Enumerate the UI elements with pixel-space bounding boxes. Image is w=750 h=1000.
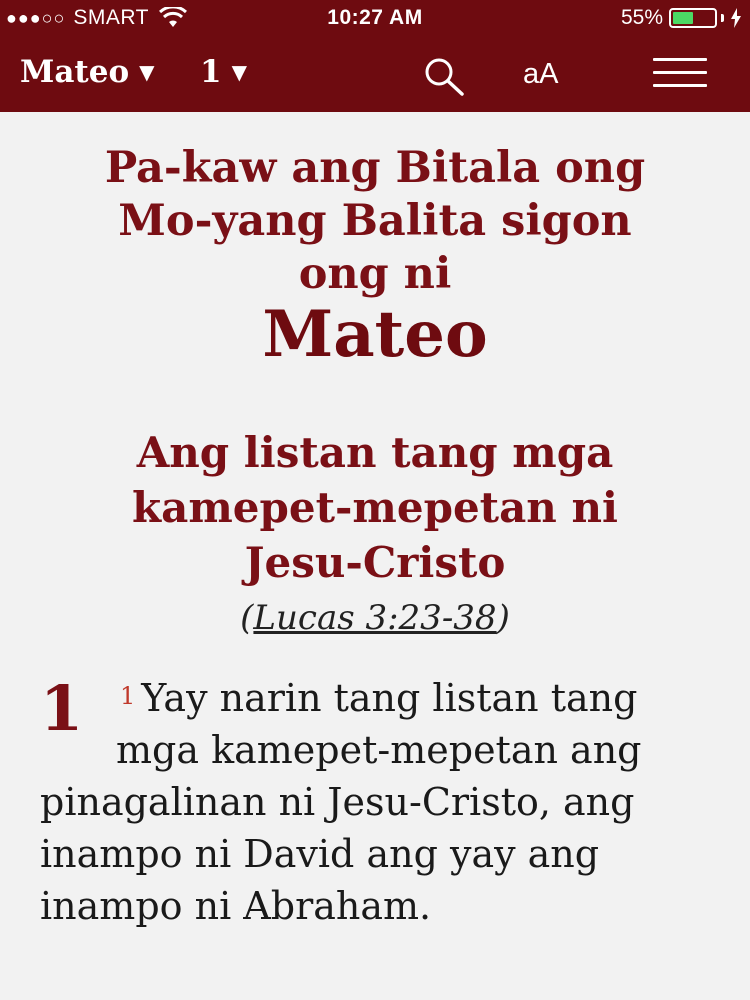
book-name-label: Mateo: [20, 54, 130, 90]
verse-number[interactable]: 1: [120, 682, 135, 710]
paren-open: (: [240, 598, 254, 638]
paren-close: ): [496, 598, 510, 638]
menu-line: [653, 84, 707, 87]
title-line: ong ni: [298, 249, 452, 299]
charging-icon: [731, 8, 741, 28]
reading-pane[interactable]: Pa-kaw ang Bitala ong Mo-yang Balita sig…: [0, 112, 750, 1000]
battery-percent: 55%: [620, 6, 663, 29]
verse-text[interactable]: Yay narin tang listan tang mga kamepet-m…: [40, 676, 642, 928]
search-icon[interactable]: [422, 56, 466, 96]
title-line: Pa-kaw ang Bitala ong: [104, 143, 646, 193]
font-size-button[interactable]: aA: [523, 58, 558, 91]
menu-line: [653, 58, 707, 61]
book-selector[interactable]: Mateo ▼: [20, 54, 177, 90]
chapter-number: 1: [40, 672, 84, 745]
section-line: kamepet-mepetan ni: [132, 483, 618, 532]
cross-reference: (Lucas 3:23-38): [40, 596, 710, 640]
title-line: Mo-yang Balita sigon: [118, 196, 632, 246]
chevron-down-icon: ▼: [139, 60, 155, 84]
navigation-bar: Mateo ▼ 1 ▼ aA: [0, 36, 750, 112]
chapter-label: 1: [200, 54, 222, 90]
cross-reference-link[interactable]: Lucas 3:23-38: [253, 598, 496, 638]
status-bar: ●●●○○ SMART 10:27 AM 55%: [0, 0, 750, 36]
book-heading: Mateo: [262, 297, 488, 372]
menu-icon[interactable]: [653, 58, 707, 90]
book-title: Pa-kaw ang Bitala ong Mo-yang Balita sig…: [40, 142, 710, 301]
verse-paragraph: 1 1 Yay narin tang listan tang mga kamepe…: [40, 672, 720, 932]
menu-line: [653, 71, 707, 74]
section-heading: Ang listan tang mga kamepet-mepetan ni J…: [40, 425, 710, 590]
battery-level: [673, 12, 694, 24]
chevron-down-icon: ▼: [231, 60, 247, 84]
chapter-selector[interactable]: 1 ▼: [200, 54, 269, 90]
battery-icon: [669, 8, 717, 28]
battery-nub: [721, 14, 724, 22]
section-line: Jesu-Cristo: [244, 538, 506, 587]
status-right: 55%: [621, 6, 742, 30]
section-line: Ang listan tang mga: [136, 428, 614, 477]
